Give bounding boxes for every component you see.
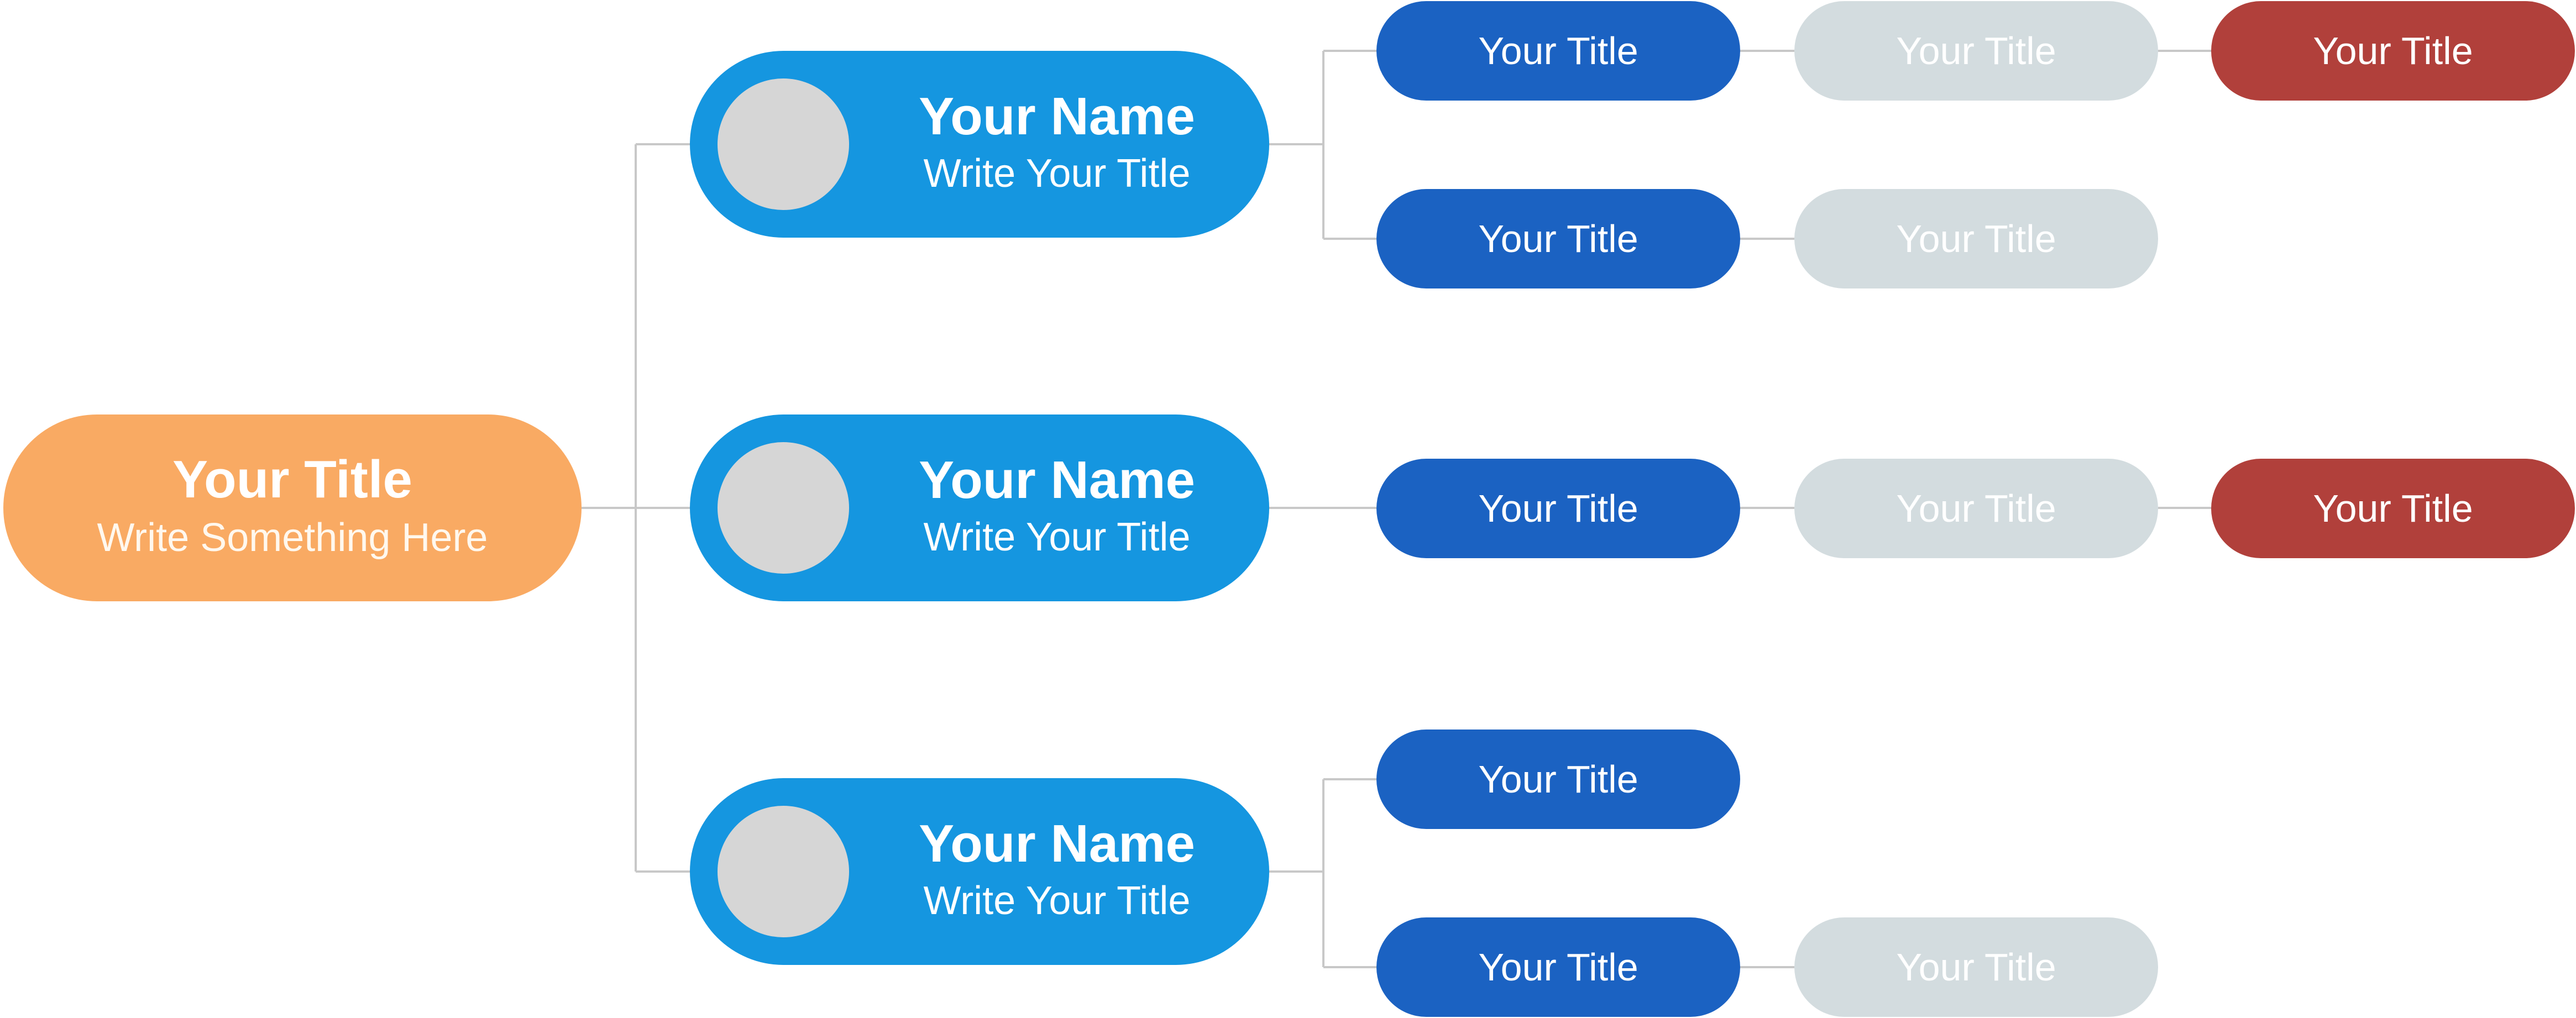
root-subtitle: Write Something Here bbox=[97, 515, 488, 560]
person-name: Your Name bbox=[919, 450, 1195, 510]
avatar bbox=[718, 806, 849, 937]
root-title: Your Title bbox=[172, 449, 412, 509]
root-node[interactable]: Your Title Write Something Here bbox=[3, 414, 582, 601]
level3-node[interactable]: Your Title bbox=[1794, 917, 2158, 1017]
person-node-2[interactable]: Your Name Write Your Title bbox=[690, 414, 1269, 601]
level2-node[interactable]: Your Title bbox=[1376, 459, 1740, 558]
avatar bbox=[718, 442, 849, 574]
person-role: Write Your Title bbox=[923, 515, 1191, 559]
level4-node[interactable]: Your Title bbox=[2211, 459, 2575, 558]
avatar bbox=[718, 78, 849, 210]
person-node-1[interactable]: Your Name Write Your Title bbox=[690, 51, 1269, 238]
person-role: Write Your Title bbox=[923, 151, 1191, 196]
org-chart: Your Title Write Something Here Your Nam… bbox=[0, 0, 2576, 1018]
person-name: Your Name bbox=[919, 86, 1195, 146]
person-name: Your Name bbox=[919, 814, 1195, 873]
level3-node[interactable]: Your Title bbox=[1794, 1, 2158, 101]
level4-node[interactable]: Your Title bbox=[2211, 1, 2575, 101]
level2-node[interactable]: Your Title bbox=[1376, 1, 1740, 101]
level2-node[interactable]: Your Title bbox=[1376, 189, 1740, 288]
level3-node[interactable]: Your Title bbox=[1794, 459, 2158, 558]
level2-node[interactable]: Your Title bbox=[1376, 730, 1740, 829]
person-role: Write Your Title bbox=[923, 878, 1191, 923]
level3-node[interactable]: Your Title bbox=[1794, 189, 2158, 288]
person-node-3[interactable]: Your Name Write Your Title bbox=[690, 778, 1269, 965]
level2-node[interactable]: Your Title bbox=[1376, 917, 1740, 1017]
